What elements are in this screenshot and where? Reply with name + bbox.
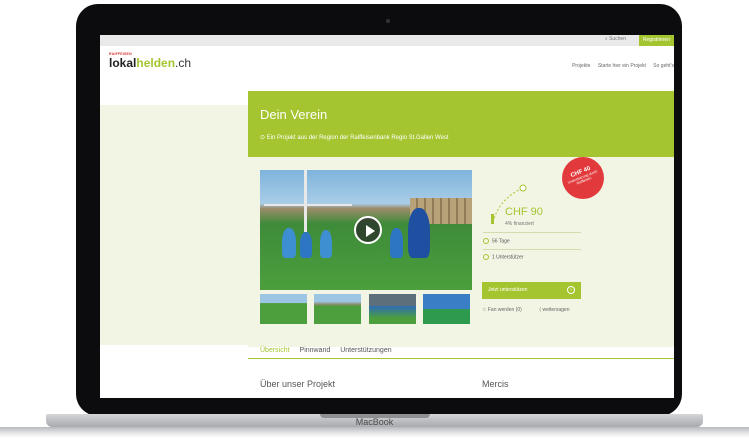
days-label: 56 Tage — [492, 238, 510, 245]
project-header: Dein Verein ⊙ Ein Projekt aus der Region… — [248, 91, 674, 157]
secondary-actions: ☆ Fan werden (0) ⟨ weitersagen — [482, 307, 585, 313]
project-subtitle: ⊙ Ein Projekt aus der Region der Raiffei… — [260, 135, 449, 141]
main-nav: Projekte Starte hier ein Projekt So geht… — [566, 63, 674, 69]
days-remaining: 56 Tage — [483, 238, 510, 244]
project-tabs: Übersicht Pinnwand Unterstützungen — [260, 347, 400, 354]
coach-figure — [408, 208, 430, 258]
supporters-label: 1 Unterstützer — [492, 254, 524, 261]
nav-item-start-project[interactable]: Starte hier ein Projekt — [598, 63, 646, 69]
laptop-base-lip — [0, 427, 749, 438]
become-fan-link[interactable]: ☆ Fan werden (0) — [482, 307, 530, 313]
support-button[interactable]: Jetzt unterstützen › — [482, 282, 581, 299]
player-figure — [282, 228, 296, 258]
logo-part-3: .ch — [175, 56, 192, 70]
logo-part-2: helden — [136, 56, 176, 70]
divider — [483, 249, 581, 250]
search-label: Suchen — [609, 36, 626, 42]
goal-crossbar — [264, 204, 352, 206]
gallery-thumb[interactable] — [423, 294, 470, 324]
arrow-right-icon: › — [567, 286, 575, 294]
funding-amount: CHF 90 — [505, 206, 543, 218]
supporter-icon — [483, 254, 489, 260]
nav-item-projects[interactable]: Projekte — [572, 63, 590, 69]
site-logo[interactable]: lokalhelden.ch — [109, 56, 191, 70]
gallery-thumb[interactable] — [314, 294, 361, 324]
player-figure — [300, 232, 312, 258]
supporter-count: 1 Unterstützer — [483, 254, 523, 260]
left-background — [100, 105, 248, 345]
tab-pinnwand[interactable]: Pinnwand — [300, 347, 331, 354]
project-region: Ein Projekt aus der Region der Raiffeise… — [266, 135, 449, 141]
share-link[interactable]: ⟨ weitersagen — [539, 307, 577, 313]
tab-overview[interactable]: Übersicht — [260, 347, 290, 354]
clock-icon — [483, 238, 489, 244]
player-figure — [390, 228, 403, 258]
fan-label: Fan werden (0) — [487, 307, 522, 313]
share-label: weitersagen — [542, 307, 570, 313]
divider — [483, 232, 581, 233]
project-title: Dein Verein — [260, 107, 328, 122]
player-figure — [320, 230, 332, 258]
project-video[interactable] — [260, 170, 472, 290]
nav-item-how-it-works[interactable]: So geht's — [653, 63, 674, 69]
funding-percent: 4% finanziert — [505, 221, 534, 227]
support-button-label: Jetzt unterstützen — [488, 287, 528, 293]
search-link[interactable]: ⌕ Suchen — [605, 36, 626, 42]
play-icon[interactable] — [354, 216, 382, 244]
register-button[interactable]: Registrieren — [639, 35, 674, 46]
about-project-heading: Über unser Projekt — [260, 379, 336, 389]
logo-part-1: lokal — [109, 56, 137, 70]
gallery-thumb[interactable] — [369, 294, 416, 324]
gallery-thumb[interactable] — [260, 294, 307, 324]
tab-supports[interactable]: Unterstützungen — [340, 347, 391, 354]
screen: ⌕ Suchen Registrieren RAIFFEISEN lokalhe… — [100, 35, 674, 398]
top-bar: ⌕ Suchen Registrieren — [100, 35, 674, 46]
tab-underline — [248, 358, 674, 359]
thanks-heading: Mercis — [482, 379, 509, 389]
goal-post — [304, 170, 307, 232]
device-brand: MacBook — [355, 417, 394, 427]
camera-icon — [386, 19, 390, 23]
